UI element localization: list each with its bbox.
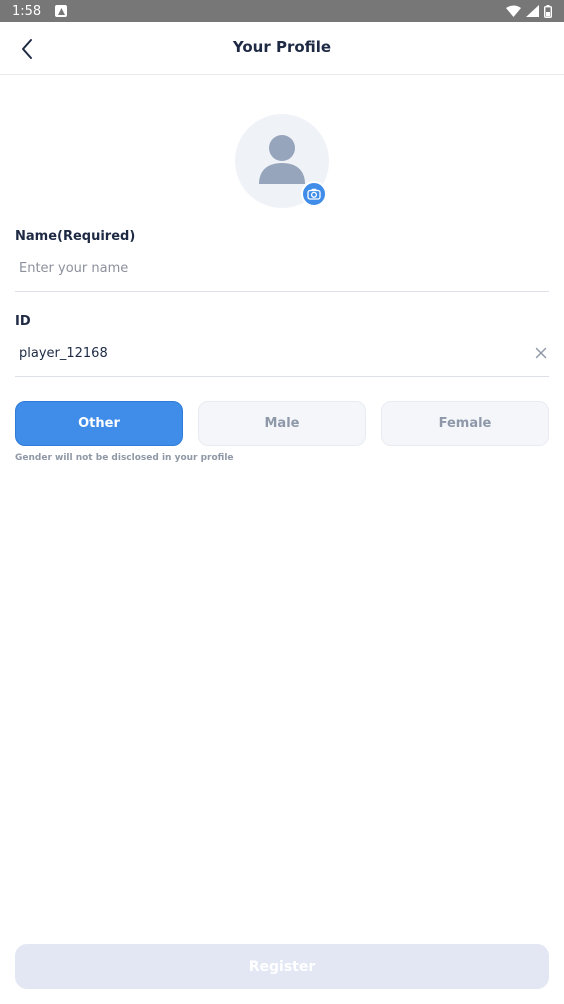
close-icon (535, 347, 547, 359)
status-icons (506, 4, 552, 18)
gender-option-female[interactable]: Female (381, 401, 549, 446)
camera-button[interactable] (301, 181, 327, 207)
status-bar: 1:58 (0, 0, 564, 22)
battery-icon (544, 4, 552, 18)
clear-id-button[interactable] (533, 345, 549, 361)
name-label: Name(Required) (15, 229, 136, 244)
notification-icon (55, 5, 68, 17)
page-title: Your Profile (232, 38, 332, 56)
profile-screen: 1:58 Your Profile Name(Required) Enter y… (0, 0, 564, 1004)
status-time: 1:58 (12, 3, 42, 19)
app-bar: Your Profile (0, 22, 564, 75)
id-label: ID (15, 314, 31, 329)
id-field (15, 333, 549, 377)
gender-option-male[interactable]: Male (198, 401, 366, 446)
signal-icon (526, 5, 539, 17)
id-input[interactable] (19, 333, 519, 373)
camera-icon (307, 188, 321, 200)
gender-note: Gender will not be disclosed in your pro… (15, 453, 234, 463)
gender-option-other[interactable]: Other (15, 401, 183, 446)
wifi-icon (506, 5, 521, 17)
person-icon (259, 135, 305, 184)
name-field (15, 248, 549, 292)
name-input[interactable] (19, 248, 519, 288)
gender-selector: Other Male Female (15, 401, 549, 446)
register-button[interactable]: Register (15, 944, 549, 989)
